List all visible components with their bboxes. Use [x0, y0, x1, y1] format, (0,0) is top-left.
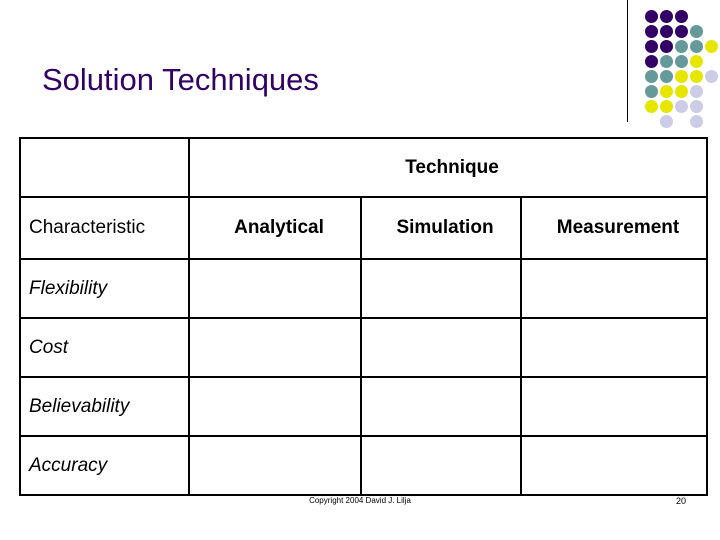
- cell-accuracy-analytical: [188, 435, 362, 496]
- decoration-dot: [690, 55, 703, 68]
- decoration-dot: [705, 40, 718, 53]
- decoration-dot: [675, 55, 688, 68]
- dot-grid-decoration: [645, 10, 720, 128]
- decoration-dot: [675, 70, 688, 83]
- solution-techniques-table: Technique Characteristic Analytical Simu…: [19, 137, 709, 496]
- decoration-dot: [660, 85, 673, 98]
- decoration-dot: [660, 115, 673, 128]
- header-corner-blank: [19, 137, 190, 198]
- header-measurement: Measurement: [519, 196, 709, 260]
- decoration-dot: [645, 85, 658, 98]
- decoration-dot: [660, 25, 673, 38]
- decoration-dot: [645, 55, 658, 68]
- row-label-cost: Cost: [19, 317, 190, 378]
- page-title: Solution Techniques: [42, 62, 319, 97]
- cell-accuracy-simulation: [360, 435, 522, 496]
- row-label-believability: Believability: [19, 376, 190, 437]
- decoration-dot: [690, 100, 703, 113]
- row-label-accuracy: Accuracy: [19, 435, 190, 496]
- decoration-dot: [645, 25, 658, 38]
- header-characteristic: Characteristic: [19, 196, 190, 260]
- footer-copyright: Copyright 2004 David J. Lilja: [309, 496, 411, 505]
- cell-flexibility-analytical: [188, 258, 362, 319]
- decoration-dot: [675, 40, 688, 53]
- cell-cost-analytical: [188, 317, 362, 378]
- table-row: Believability: [19, 376, 709, 437]
- cell-flexibility-simulation: [360, 258, 522, 319]
- decoration-dot: [690, 40, 703, 53]
- decoration-dot: [675, 100, 688, 113]
- cell-believability-analytical: [188, 376, 362, 437]
- row-label-flexibility: Flexibility: [19, 258, 190, 319]
- decoration-dot: [690, 115, 703, 128]
- footer-page-number: 20: [676, 496, 687, 506]
- cell-accuracy-measurement: [519, 435, 709, 496]
- cell-cost-measurement: [519, 317, 709, 378]
- table-row: Accuracy: [19, 435, 709, 496]
- cell-flexibility-measurement: [519, 258, 709, 319]
- cell-believability-measurement: [519, 376, 709, 437]
- table-header-group-row: Technique: [19, 137, 709, 198]
- decoration-dot: [705, 70, 718, 83]
- decoration-dot: [660, 100, 673, 113]
- decoration-dot: [690, 25, 703, 38]
- decoration-dot: [675, 25, 688, 38]
- cell-cost-simulation: [360, 317, 522, 378]
- cell-believability-simulation: [360, 376, 522, 437]
- table-row: Flexibility: [19, 258, 709, 319]
- table-header-row: Characteristic Analytical Simulation Mea…: [19, 196, 709, 260]
- decoration-dot: [660, 55, 673, 68]
- header-divider-line: [627, 0, 628, 122]
- header-group-technique: Technique: [187, 137, 709, 198]
- decoration-dot: [645, 40, 658, 53]
- decoration-dot: [645, 100, 658, 113]
- decoration-dot: [660, 40, 673, 53]
- decoration-dot: [660, 70, 673, 83]
- header-analytical: Analytical: [188, 196, 362, 260]
- decoration-dot: [645, 70, 658, 83]
- decoration-dot: [645, 10, 658, 23]
- decoration-dot: [690, 85, 703, 98]
- table-row: Cost: [19, 317, 709, 378]
- decoration-dot: [660, 10, 673, 23]
- header-simulation: Simulation: [360, 196, 522, 260]
- decoration-dot: [690, 70, 703, 83]
- decoration-dot: [675, 10, 688, 23]
- decoration-dot: [675, 85, 688, 98]
